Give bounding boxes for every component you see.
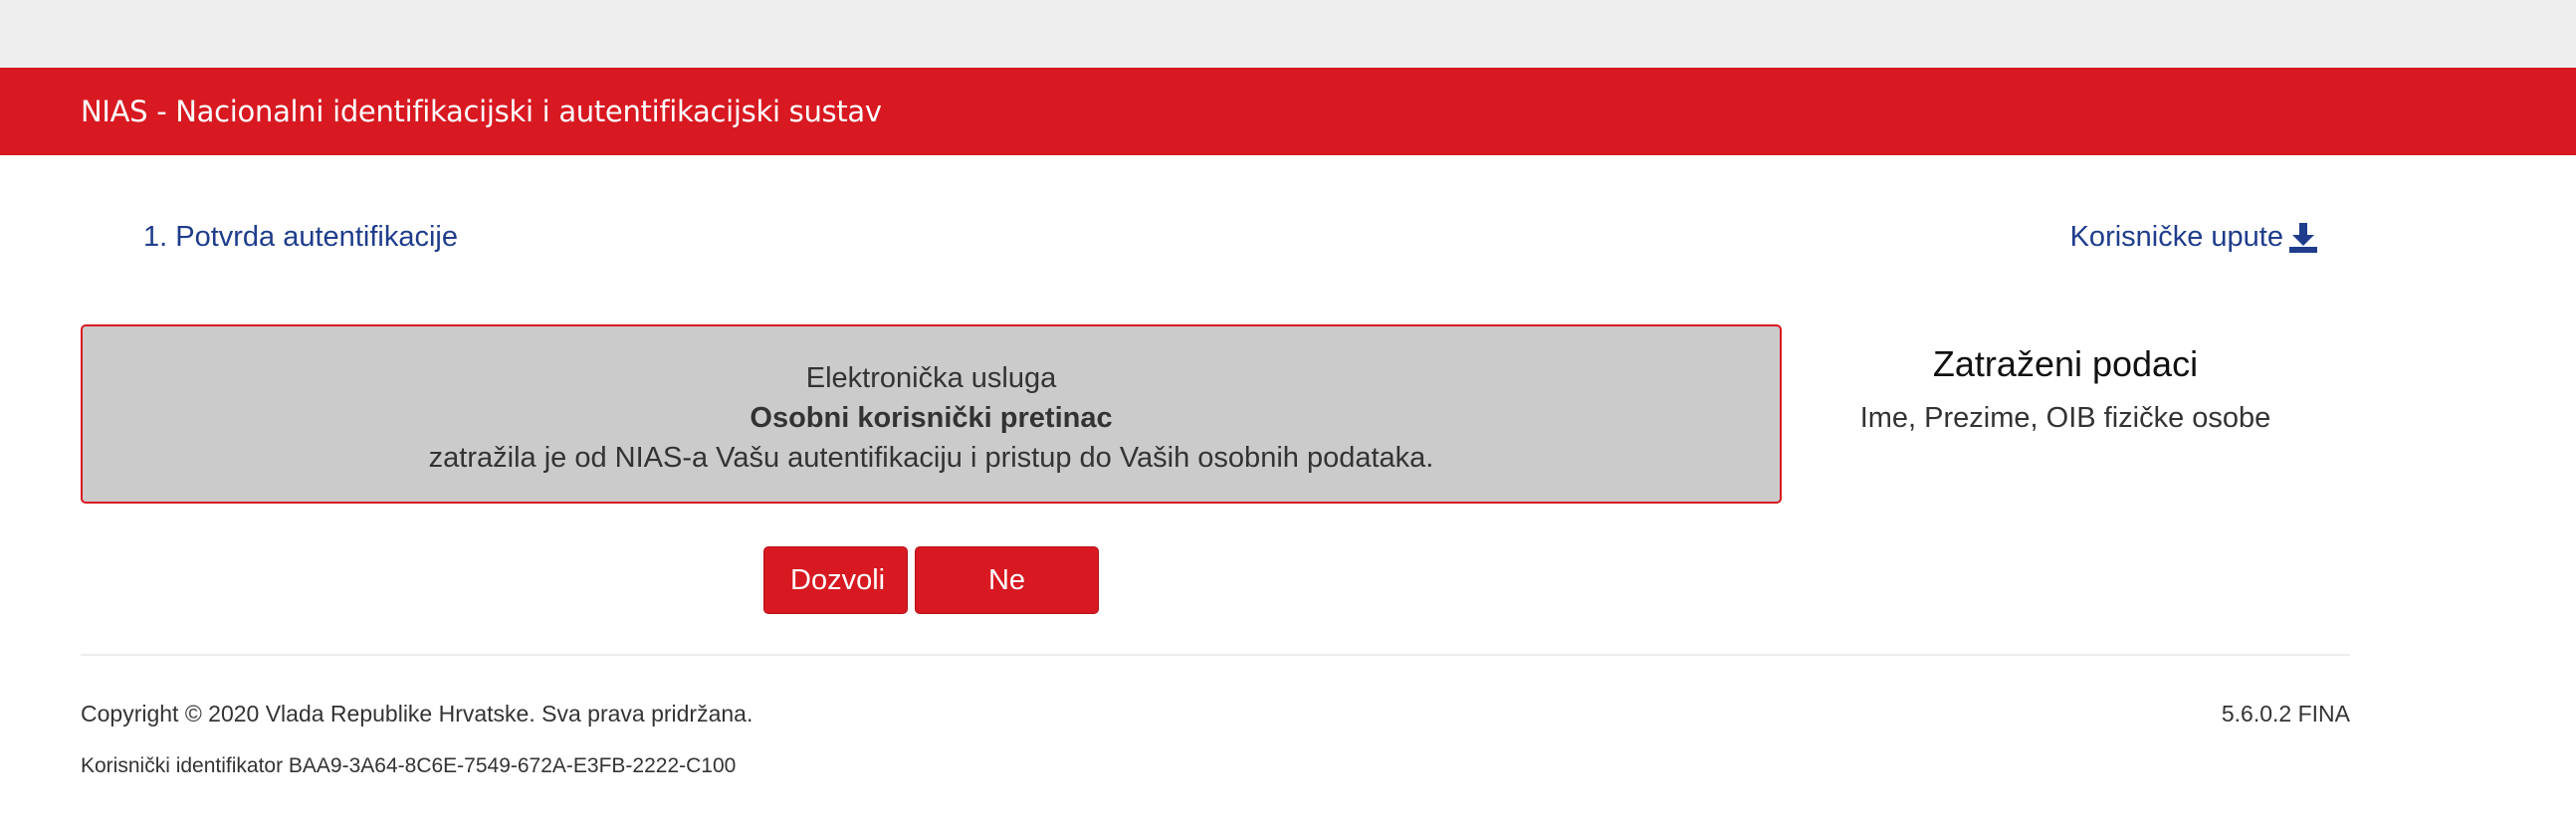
service-name: Osobni korisnički pretinac xyxy=(750,402,1113,434)
download-icon xyxy=(2289,222,2317,253)
app-title: NIAS - Nacionalni identifikacijski i aut… xyxy=(81,95,882,128)
user-identifier: Korisnički identifikator BAA9-3A64-8C6E-… xyxy=(81,754,737,777)
service-intro-text: Elektronička usluga xyxy=(805,362,1057,394)
step-title: 1. Potvrda autentifikacije xyxy=(143,221,458,253)
service-request-text: zatražila je od NIAS-a Vašu autentifikac… xyxy=(428,442,1434,474)
browser-top-strip xyxy=(0,0,2576,68)
service-request-box: Elektronička usluga Osobni korisnički pr… xyxy=(81,324,1782,504)
copyright-text: Copyright © 2020 Vlada Republike Hrvatsk… xyxy=(81,701,753,726)
version-text: 5.6.0.2 FINA xyxy=(2221,701,2350,726)
user-guide-label: Korisničke upute xyxy=(2069,221,2283,253)
requested-data-fields: Ime, Prezime, OIB fizičke osobe xyxy=(1859,402,2271,434)
deny-button[interactable]: Ne dozvoli xyxy=(915,546,1099,662)
requested-data-title: Zatraženi podaci xyxy=(1932,343,2199,384)
allow-button[interactable]: Dozvoli xyxy=(763,546,908,614)
user-guide-link[interactable]: Korisničke upute xyxy=(2070,221,2317,254)
header-bar: NIAS - Nacionalni identifikacijski i aut… xyxy=(0,68,2576,155)
footer-divider xyxy=(81,654,2350,656)
requested-data-panel: Zatraženi podaci Ime, Prezime, OIB fizič… xyxy=(1812,340,2319,435)
